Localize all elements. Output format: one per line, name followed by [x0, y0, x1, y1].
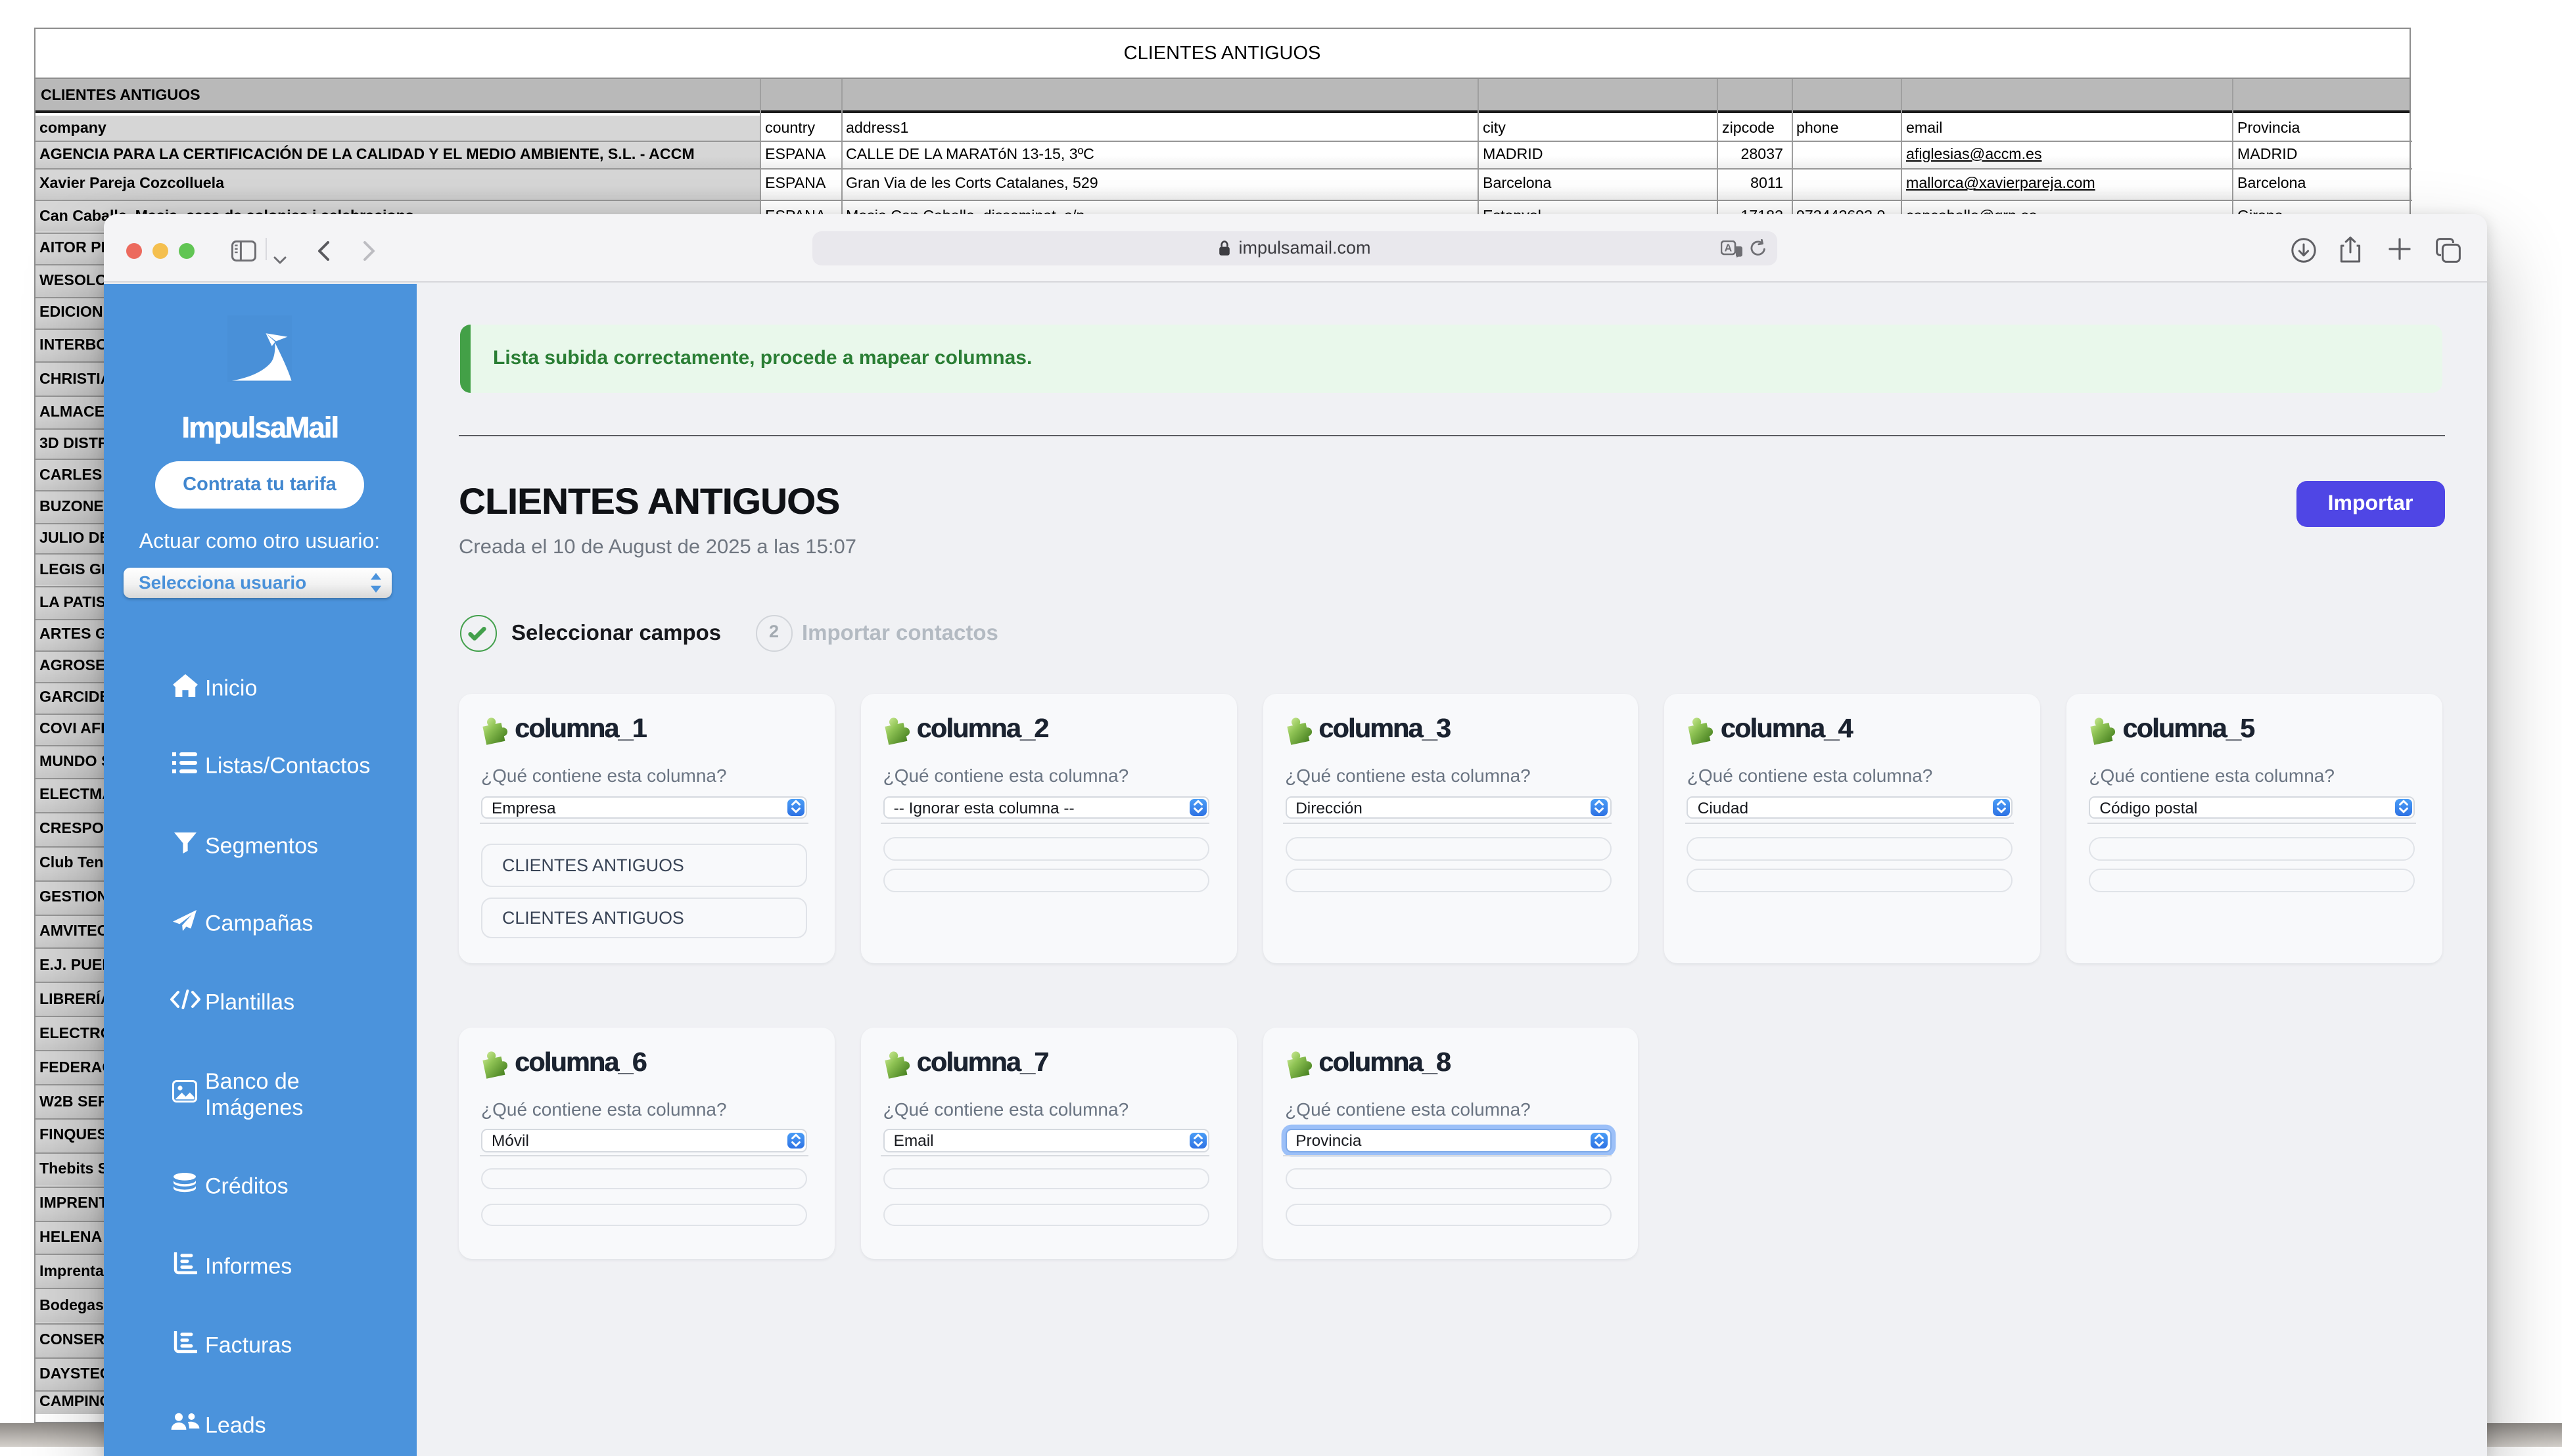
- svg-text:A: A: [1725, 242, 1733, 254]
